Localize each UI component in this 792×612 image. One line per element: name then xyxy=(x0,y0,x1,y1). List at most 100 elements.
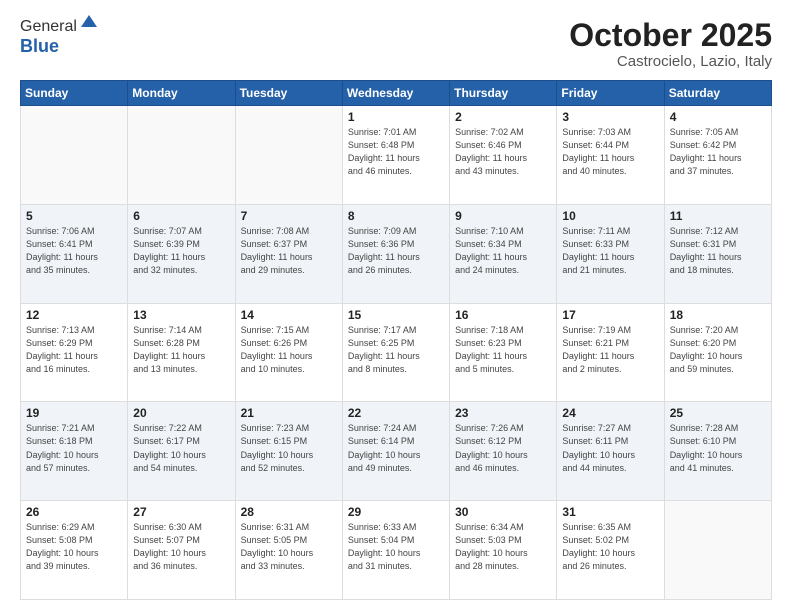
day-info: Sunrise: 7:22 AM Sunset: 6:17 PM Dayligh… xyxy=(133,422,229,474)
day-number: 3 xyxy=(562,110,658,124)
day-info: Sunrise: 7:14 AM Sunset: 6:28 PM Dayligh… xyxy=(133,324,229,376)
calendar-cell: 10 Sunrise: 7:11 AM Sunset: 6:33 PM Dayli… xyxy=(557,204,664,303)
day-info: Sunrise: 7:10 AM Sunset: 6:34 PM Dayligh… xyxy=(455,225,551,277)
day-info: Sunrise: 7:18 AM Sunset: 6:23 PM Dayligh… xyxy=(455,324,551,376)
day-info: Sunrise: 7:27 AM Sunset: 6:11 PM Dayligh… xyxy=(562,422,658,474)
calendar-cell: 8Sunrise: 7:09 AM Sunset: 6:36 PM Daylig… xyxy=(342,204,449,303)
calendar-cell: 17Sunrise: 7:19 AM Sunset: 6:21 PM Dayli… xyxy=(557,303,664,402)
calendar-cell xyxy=(128,106,235,205)
day-number: 1 xyxy=(348,110,444,124)
day-info: Sunrise: 6:33 AM Sunset: 5:04 PM Dayligh… xyxy=(348,521,444,573)
calendar-row: 26Sunrise: 6:29 AM Sunset: 5:08 PM Dayli… xyxy=(21,501,772,600)
day-number: 30 xyxy=(455,505,551,519)
day-number: 20 xyxy=(133,406,229,420)
day-number: 25 xyxy=(670,406,766,420)
calendar-cell: 14 Sunrise: 7:15 AM Sunset: 6:26 PM Dayli… xyxy=(235,303,342,402)
calendar-table: SundayMondayTuesdayWednesdayThursdayFrid… xyxy=(20,80,772,600)
calendar-cell: 18 Sunrise: 7:20 AM Sunset: 6:20 PM Dayli… xyxy=(664,303,771,402)
day-info: Sunrise: 7:13 AM Sunset: 6:29 PM Dayligh… xyxy=(26,324,122,376)
calendar-row: 12 Sunrise: 7:13 AM Sunset: 6:29 PM Dayli… xyxy=(21,303,772,402)
calendar-cell: 28 Sunrise: 6:31 AM Sunset: 5:05 PM Dayli… xyxy=(235,501,342,600)
day-info: Sunrise: 6:34 AM Sunset: 5:03 PM Dayligh… xyxy=(455,521,551,573)
weekday-header: Tuesday xyxy=(235,81,342,106)
day-number: 7 xyxy=(241,209,337,223)
location: Castrocielo, Lazio, Italy xyxy=(569,53,772,70)
calendar-cell: 4Sunrise: 7:05 AM Sunset: 6:42 PM Daylig… xyxy=(664,106,771,205)
weekday-header-row: SundayMondayTuesdayWednesdayThursdayFrid… xyxy=(21,81,772,106)
day-number: 12 xyxy=(26,308,122,322)
day-number: 6 xyxy=(133,209,229,223)
logo-icon xyxy=(79,13,99,33)
weekday-header: Friday xyxy=(557,81,664,106)
day-number: 27 xyxy=(133,505,229,519)
calendar-cell xyxy=(21,106,128,205)
calendar-cell xyxy=(664,501,771,600)
calendar-cell: 1 Sunrise: 7:01 AM Sunset: 6:48 PM Daylig… xyxy=(342,106,449,205)
logo-blue: Blue xyxy=(20,36,59,56)
day-number: 11 xyxy=(670,209,766,223)
day-info: Sunrise: 6:31 AM Sunset: 5:05 PM Dayligh… xyxy=(241,521,337,573)
calendar-cell: 31Sunrise: 6:35 AM Sunset: 5:02 PM Dayli… xyxy=(557,501,664,600)
day-number: 14 xyxy=(241,308,337,322)
day-info: Sunrise: 7:01 AM Sunset: 6:48 PM Dayligh… xyxy=(348,126,444,178)
title-block: October 2025 Castrocielo, Lazio, Italy xyxy=(569,18,772,70)
weekday-header: Thursday xyxy=(450,81,557,106)
day-info: Sunrise: 7:06 AM Sunset: 6:41 PM Dayligh… xyxy=(26,225,122,277)
day-info: Sunrise: 7:12 AM Sunset: 6:31 PM Dayligh… xyxy=(670,225,766,277)
day-info: Sunrise: 7:08 AM Sunset: 6:37 PM Dayligh… xyxy=(241,225,337,277)
day-number: 21 xyxy=(241,406,337,420)
calendar-cell: 29 Sunrise: 6:33 AM Sunset: 5:04 PM Dayli… xyxy=(342,501,449,600)
calendar-cell: 19 Sunrise: 7:21 AM Sunset: 6:18 PM Dayli… xyxy=(21,402,128,501)
calendar-cell: 30 Sunrise: 6:34 AM Sunset: 5:03 PM Dayli… xyxy=(450,501,557,600)
calendar-cell: 15 Sunrise: 7:17 AM Sunset: 6:25 PM Dayli… xyxy=(342,303,449,402)
day-number: 22 xyxy=(348,406,444,420)
day-info: Sunrise: 7:17 AM Sunset: 6:25 PM Dayligh… xyxy=(348,324,444,376)
calendar-cell: 6Sunrise: 7:07 AM Sunset: 6:39 PM Daylig… xyxy=(128,204,235,303)
day-info: Sunrise: 6:29 AM Sunset: 5:08 PM Dayligh… xyxy=(26,521,122,573)
calendar-cell: 25Sunrise: 7:28 AM Sunset: 6:10 PM Dayli… xyxy=(664,402,771,501)
day-info: Sunrise: 7:15 AM Sunset: 6:26 PM Dayligh… xyxy=(241,324,337,376)
calendar-cell: 23 Sunrise: 7:26 AM Sunset: 6:12 PM Dayli… xyxy=(450,402,557,501)
day-info: Sunrise: 7:09 AM Sunset: 6:36 PM Dayligh… xyxy=(348,225,444,277)
calendar-cell: 16Sunrise: 7:18 AM Sunset: 6:23 PM Dayli… xyxy=(450,303,557,402)
day-number: 19 xyxy=(26,406,122,420)
calendar-cell: 13 Sunrise: 7:14 AM Sunset: 6:28 PM Dayli… xyxy=(128,303,235,402)
calendar-cell: 12 Sunrise: 7:13 AM Sunset: 6:29 PM Dayli… xyxy=(21,303,128,402)
day-number: 15 xyxy=(348,308,444,322)
day-info: Sunrise: 7:03 AM Sunset: 6:44 PM Dayligh… xyxy=(562,126,658,178)
calendar-cell: 24Sunrise: 7:27 AM Sunset: 6:11 PM Dayli… xyxy=(557,402,664,501)
day-number: 28 xyxy=(241,505,337,519)
day-number: 2 xyxy=(455,110,551,124)
calendar-cell: 5 Sunrise: 7:06 AM Sunset: 6:41 PM Daylig… xyxy=(21,204,128,303)
calendar-cell: 21Sunrise: 7:23 AM Sunset: 6:15 PM Dayli… xyxy=(235,402,342,501)
logo-general: General xyxy=(20,18,77,36)
calendar-cell: 11 Sunrise: 7:12 AM Sunset: 6:31 PM Dayli… xyxy=(664,204,771,303)
day-number: 9 xyxy=(455,209,551,223)
calendar-cell: 7 Sunrise: 7:08 AM Sunset: 6:37 PM Daylig… xyxy=(235,204,342,303)
day-info: Sunrise: 7:11 AM Sunset: 6:33 PM Dayligh… xyxy=(562,225,658,277)
day-number: 13 xyxy=(133,308,229,322)
calendar-cell: 3 Sunrise: 7:03 AM Sunset: 6:44 PM Daylig… xyxy=(557,106,664,205)
calendar-row: 1 Sunrise: 7:01 AM Sunset: 6:48 PM Daylig… xyxy=(21,106,772,205)
calendar-cell xyxy=(235,106,342,205)
day-info: Sunrise: 7:24 AM Sunset: 6:14 PM Dayligh… xyxy=(348,422,444,474)
day-info: Sunrise: 7:26 AM Sunset: 6:12 PM Dayligh… xyxy=(455,422,551,474)
day-info: Sunrise: 7:20 AM Sunset: 6:20 PM Dayligh… xyxy=(670,324,766,376)
day-number: 10 xyxy=(562,209,658,223)
calendar-cell: 26Sunrise: 6:29 AM Sunset: 5:08 PM Dayli… xyxy=(21,501,128,600)
day-number: 18 xyxy=(670,308,766,322)
weekday-header: Wednesday xyxy=(342,81,449,106)
day-number: 5 xyxy=(26,209,122,223)
header: General Blue October 2025 Castrocielo, L… xyxy=(20,18,772,70)
calendar-cell: 22 Sunrise: 7:24 AM Sunset: 6:14 PM Dayli… xyxy=(342,402,449,501)
weekday-header: Monday xyxy=(128,81,235,106)
calendar-cell: 27Sunrise: 6:30 AM Sunset: 5:07 PM Dayli… xyxy=(128,501,235,600)
day-info: Sunrise: 7:21 AM Sunset: 6:18 PM Dayligh… xyxy=(26,422,122,474)
logo: General Blue xyxy=(20,18,99,57)
weekday-header: Sunday xyxy=(21,81,128,106)
day-number: 29 xyxy=(348,505,444,519)
calendar-row: 19 Sunrise: 7:21 AM Sunset: 6:18 PM Dayli… xyxy=(21,402,772,501)
day-info: Sunrise: 7:19 AM Sunset: 6:21 PM Dayligh… xyxy=(562,324,658,376)
day-number: 23 xyxy=(455,406,551,420)
calendar-row: 5 Sunrise: 7:06 AM Sunset: 6:41 PM Daylig… xyxy=(21,204,772,303)
